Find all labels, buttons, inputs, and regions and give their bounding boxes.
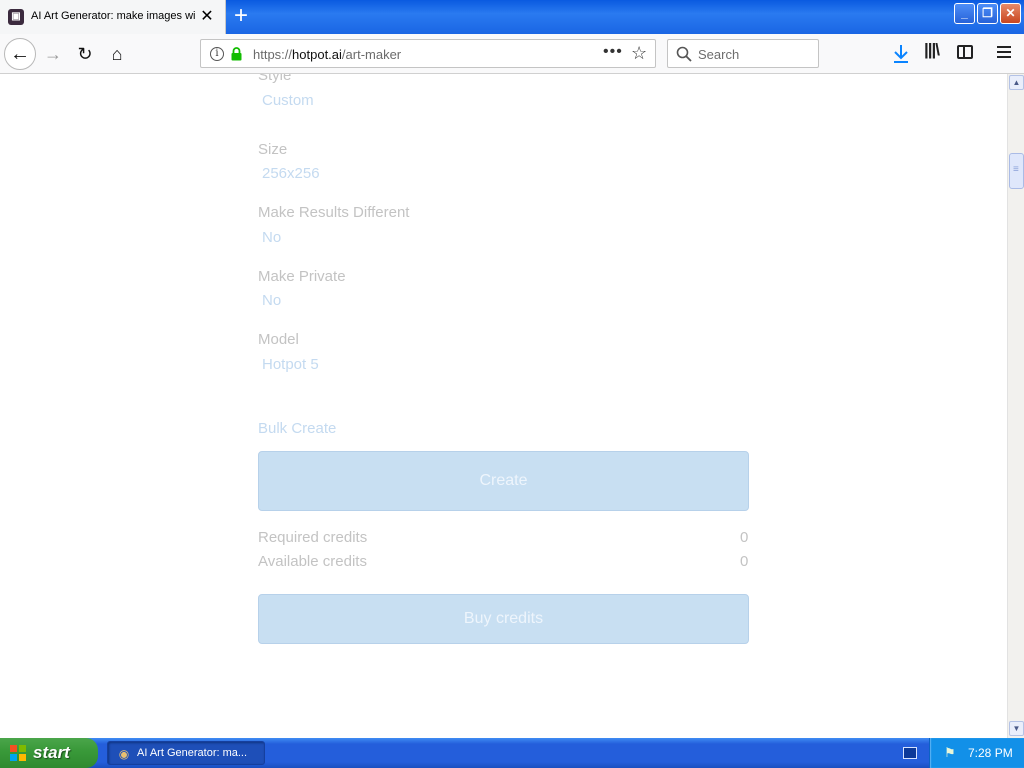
available-credits-value: 0 xyxy=(740,553,749,570)
windows-logo-icon xyxy=(10,745,26,761)
create-button[interactable]: Create xyxy=(258,451,749,511)
restore-window-button[interactable]: ❐ xyxy=(977,3,998,24)
available-credits-label: Available credits xyxy=(258,553,367,570)
make-results-different-value[interactable]: No xyxy=(262,229,281,246)
start-label: start xyxy=(33,743,70,762)
bulk-create-link[interactable]: Bulk Create xyxy=(258,420,336,437)
search-icon xyxy=(676,46,692,62)
required-credits-value: 0 xyxy=(740,529,749,546)
make-private-label: Make Private xyxy=(258,268,346,285)
hotpot-favicon-icon: ▣ xyxy=(8,9,24,25)
vertical-scrollbar[interactable]: ▲ ▼ xyxy=(1007,74,1024,738)
download-icon[interactable] xyxy=(891,43,911,65)
home-icon[interactable]: ⌂ xyxy=(102,39,132,69)
hamburger-menu-icon[interactable] xyxy=(997,46,1011,58)
back-arrow-icon[interactable]: ← xyxy=(4,38,36,70)
make-results-different-label: Make Results Different xyxy=(258,204,410,221)
url-domain: hotpot.ai xyxy=(292,47,342,62)
model-value[interactable]: Hotpot 5 xyxy=(262,356,319,373)
taskbar: start ◉ AI Art Generator: ma... ⚑ 7:28 P… xyxy=(0,738,1024,768)
taskbar-window-label: AI Art Generator: ma... xyxy=(137,747,248,759)
scroll-down-arrow-icon[interactable]: ▼ xyxy=(1009,721,1024,736)
new-tab-button[interactable]: + xyxy=(228,4,254,30)
model-label: Model xyxy=(258,331,299,348)
system-tray: ⚑ 7:28 PM xyxy=(929,738,1024,768)
info-icon[interactable]: i xyxy=(210,47,224,61)
close-window-button[interactable]: ✕ xyxy=(1000,3,1021,24)
make-private-value[interactable]: No xyxy=(262,292,281,309)
start-button[interactable]: start xyxy=(0,738,98,768)
forward-arrow-icon[interactable]: → xyxy=(38,39,68,69)
url-text[interactable]: https://hotpot.ai/art-maker xyxy=(253,47,401,62)
keyboard-icon[interactable] xyxy=(903,747,917,759)
network-icon[interactable]: ⚑ xyxy=(944,745,960,761)
address-bar[interactable]: i https://hotpot.ai/art-maker ••• ☆ xyxy=(200,39,656,68)
scrollbar-thumb[interactable] xyxy=(1009,153,1024,189)
search-placeholder: Search xyxy=(698,47,740,62)
clock[interactable]: 7:28 PM xyxy=(968,746,1013,760)
tab-ai-art-generator[interactable]: ▣ AI Art Generator: make images wi ✕ xyxy=(0,0,226,34)
lock-icon xyxy=(231,47,242,61)
search-box[interactable]: Search xyxy=(667,39,819,68)
more-dots-icon[interactable]: ••• xyxy=(603,43,623,61)
page-content: Style Custom Size 256x256 Make Results D… xyxy=(0,74,1007,738)
size-value[interactable]: 256x256 xyxy=(262,165,320,182)
url-prefix: https:// xyxy=(253,47,293,62)
close-tab-icon[interactable]: ✕ xyxy=(198,8,216,26)
tab-strip: ▣ AI Art Generator: make images wi ✕ + _… xyxy=(0,0,1024,34)
tab-title: AI Art Generator: make images wi xyxy=(31,10,196,22)
sidebar-icon[interactable] xyxy=(957,45,973,59)
required-credits-label: Required credits xyxy=(258,529,368,546)
navigation-toolbar: ← → ↻ ⌂ i https://hotpot.ai/art-maker ••… xyxy=(0,34,1024,74)
taskbar-window-button[interactable]: ◉ AI Art Generator: ma... xyxy=(107,741,265,765)
scroll-up-arrow-icon[interactable]: ▲ xyxy=(1009,75,1024,90)
style-value[interactable]: Custom xyxy=(262,92,314,109)
library-icon[interactable]: |||\ xyxy=(924,40,940,60)
minimize-window-button[interactable]: _ xyxy=(954,3,975,24)
style-label: Style xyxy=(258,74,292,84)
size-label: Size xyxy=(258,141,288,158)
star-icon[interactable]: ☆ xyxy=(631,43,647,64)
buy-credits-button[interactable]: Buy credits xyxy=(258,594,749,644)
url-path: /art-maker xyxy=(341,47,402,62)
firefox-icon: ◉ xyxy=(118,747,130,761)
reload-icon[interactable]: ↻ xyxy=(70,39,100,69)
